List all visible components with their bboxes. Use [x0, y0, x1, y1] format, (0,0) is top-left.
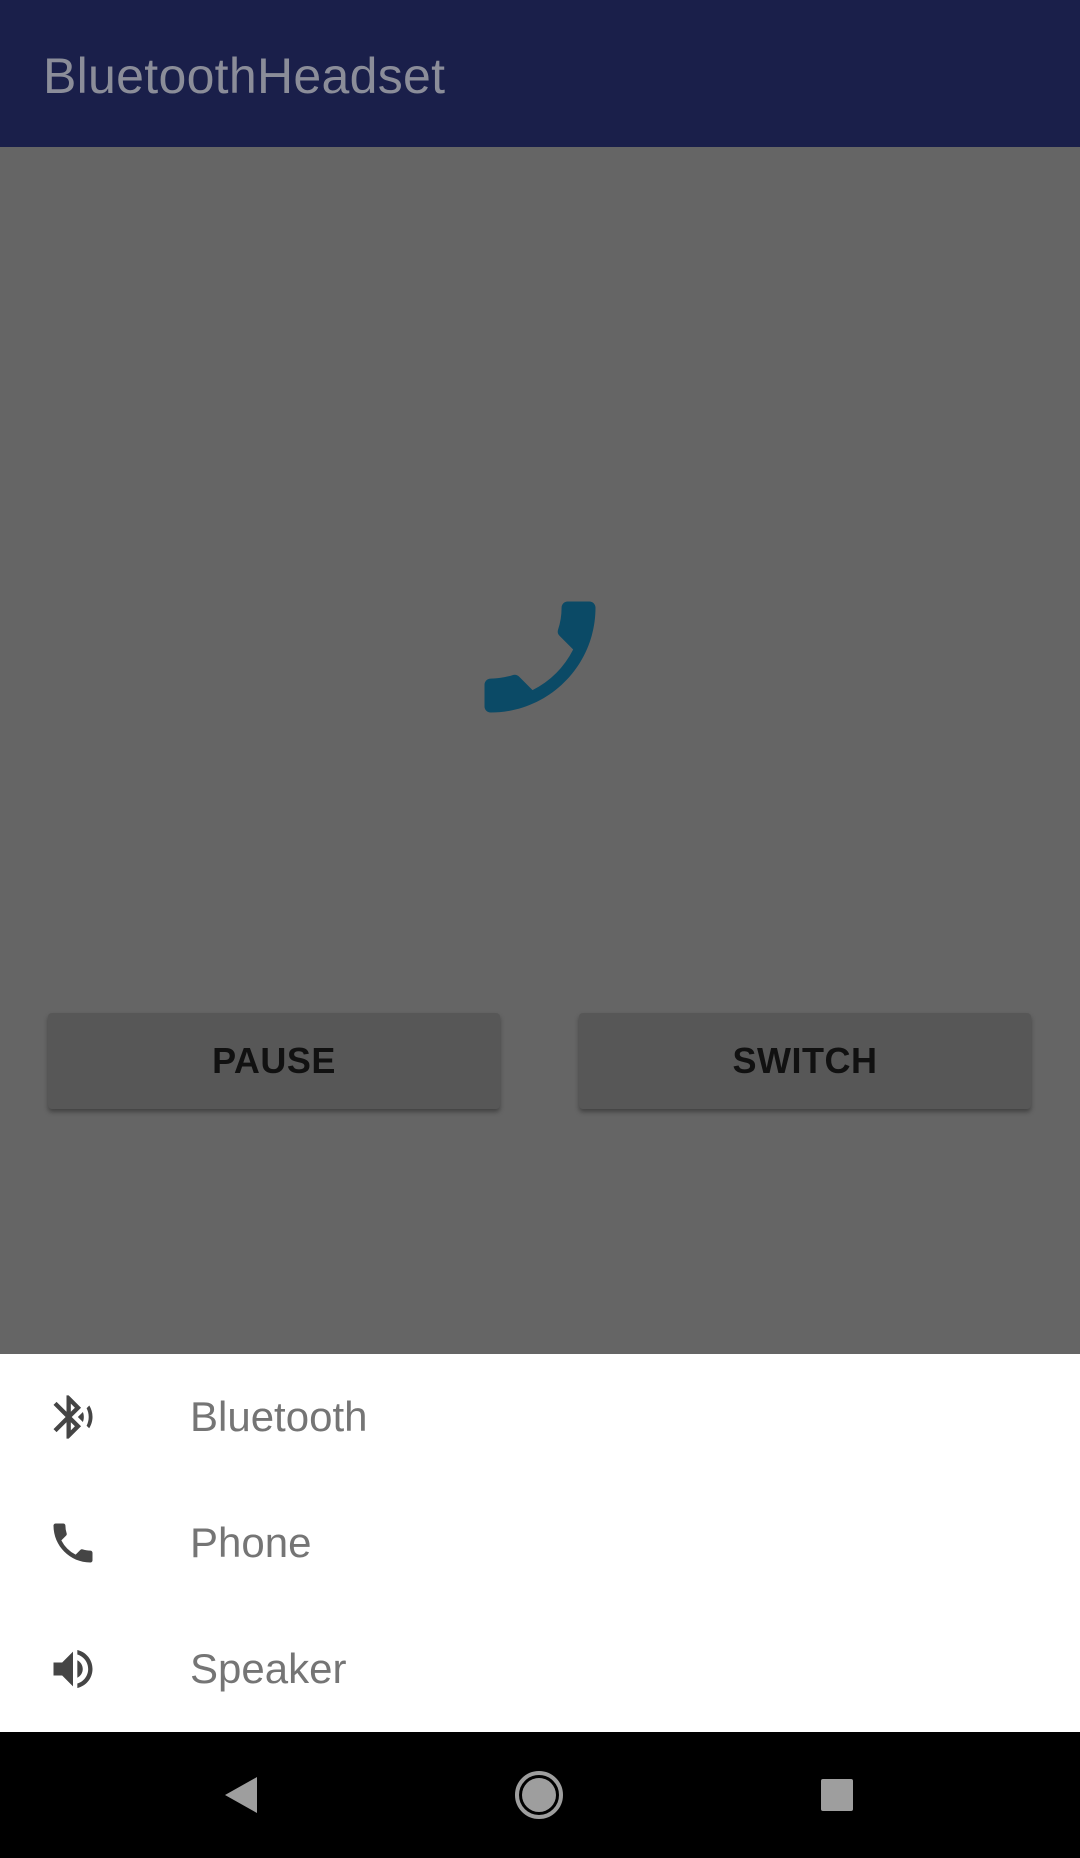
audio-option-phone[interactable]: Phone [0, 1480, 1080, 1606]
back-triangle-icon[interactable] [211, 1765, 271, 1825]
switch-button[interactable]: SWITCH [579, 1013, 1031, 1109]
phone-icon[interactable] [466, 583, 614, 731]
recents-square-icon[interactable] [807, 1765, 867, 1825]
main-content: PAUSE SWITCH [0, 147, 1080, 1354]
app-title: BluetoothHeadset [43, 48, 446, 104]
audio-option-bluetooth[interactable]: Bluetooth [0, 1354, 1080, 1480]
audio-output-sheet: Bluetooth Phone Speaker [0, 1354, 1080, 1732]
audio-option-label: Speaker [190, 1645, 347, 1692]
bluetooth-audio-icon [53, 1395, 93, 1439]
pause-button[interactable]: PAUSE [48, 1013, 500, 1109]
audio-option-label: Phone [190, 1519, 312, 1566]
system-nav-bar [0, 1732, 1080, 1858]
audio-option-speaker[interactable]: Speaker [0, 1606, 1080, 1732]
app-bar: BluetoothHeadset [0, 0, 1080, 147]
home-circle-icon[interactable] [509, 1765, 569, 1825]
speaker-icon [53, 1649, 93, 1689]
phone-icon [53, 1523, 93, 1563]
audio-option-label: Bluetooth [190, 1393, 368, 1440]
